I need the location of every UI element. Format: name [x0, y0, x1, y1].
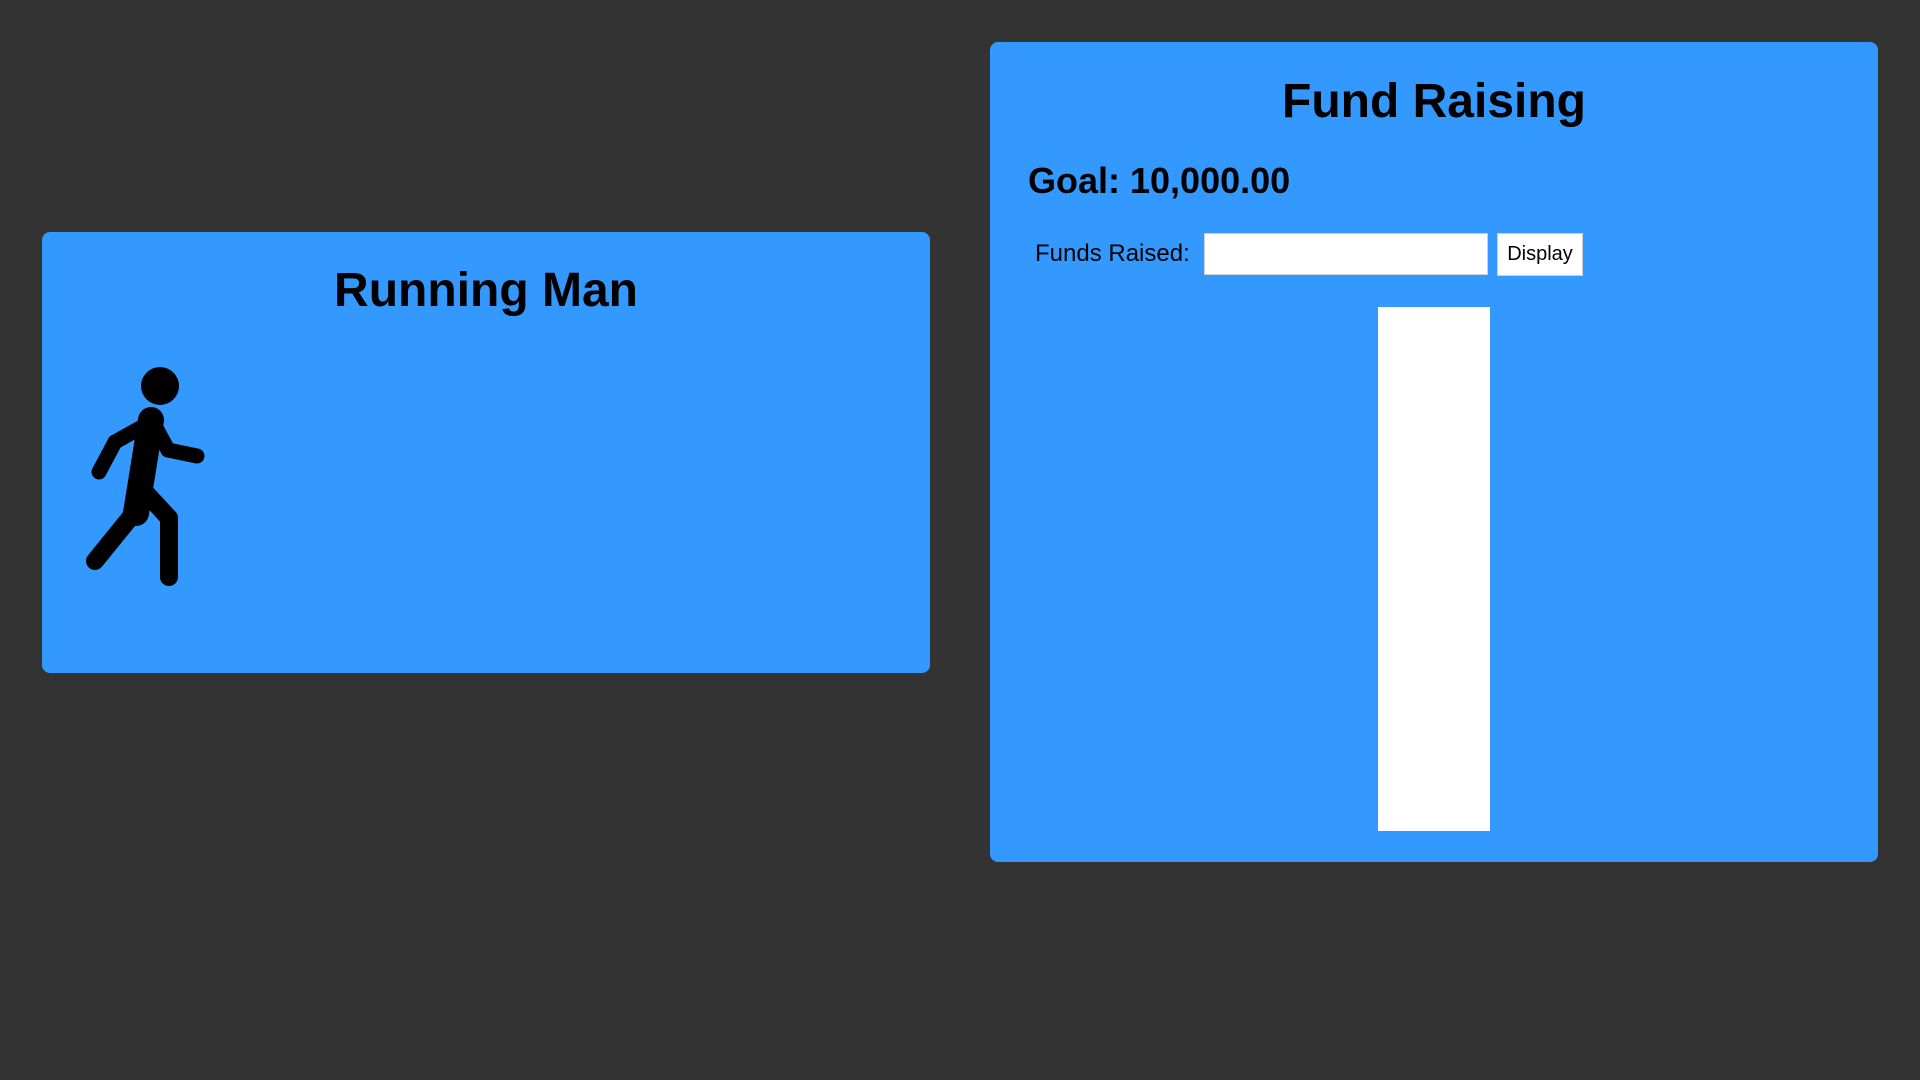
- goal-heading: Goal: 10,000.00: [1028, 163, 1290, 199]
- funds-raised-input[interactable]: [1204, 233, 1488, 275]
- walking-person-icon: [86, 367, 205, 586]
- fund-raising-title: Fund Raising: [1282, 75, 1586, 128]
- fund-thermometer: [1378, 307, 1490, 831]
- running-man-title: Running Man: [334, 264, 638, 317]
- running-man-panel: Running Man: [42, 232, 930, 673]
- fund-raising-panel: Fund Raising Goal: 10,000.00 Funds Raise…: [990, 42, 1878, 862]
- goal-label: Goal:: [1028, 160, 1131, 201]
- funds-raised-label: Funds Raised:: [1035, 240, 1190, 267]
- display-button[interactable]: Display: [1497, 233, 1583, 276]
- goal-value: 10,000.00: [1130, 160, 1291, 201]
